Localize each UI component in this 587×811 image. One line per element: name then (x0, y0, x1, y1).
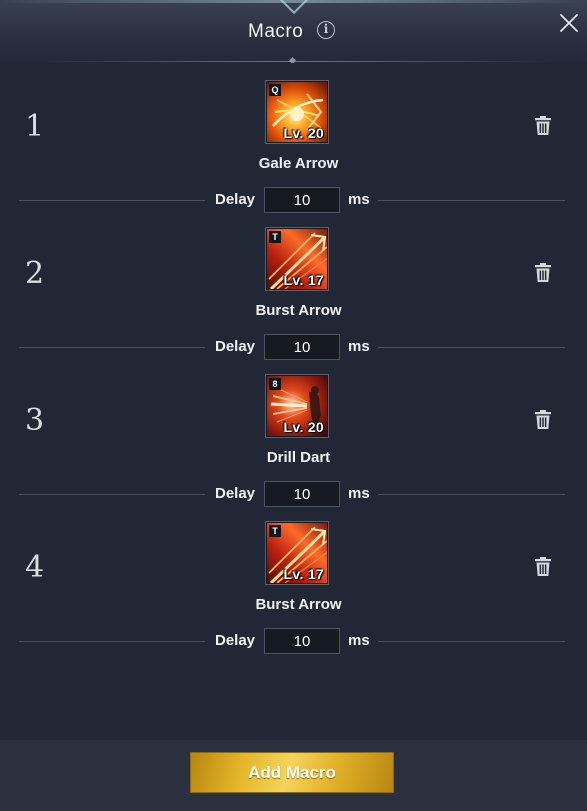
divider-right (378, 347, 565, 348)
window-header: Macro i (0, 0, 587, 65)
macro-number: 4 (25, 550, 45, 585)
macro-row: 2 T Lv. 17 Burst Arrow Delay 10 ms (0, 210, 587, 360)
add-macro-button[interactable]: Add Macro (190, 752, 394, 793)
macro-row: 3 8 Lv. 20 Drill Dart Delay 10 ms (0, 357, 587, 507)
hotkey-badge: 8 (269, 378, 281, 390)
hotkey-badge: T (269, 231, 281, 243)
macro-number: 1 (25, 109, 45, 144)
macro-row: 4 T Lv. 17 Burst Arrow Delay 10 ms (0, 504, 587, 654)
divider-left (19, 347, 205, 348)
skill-level: Lv. 17 (283, 272, 324, 288)
trash-icon[interactable] (532, 115, 554, 137)
close-icon[interactable] (558, 12, 580, 34)
divider-left (19, 494, 205, 495)
skill-name: Gale Arrow (258, 155, 339, 172)
burst-arrow-skill-icon[interactable]: T Lv. 17 (265, 227, 329, 291)
skill-name: Burst Arrow (255, 596, 342, 613)
divider-left (19, 641, 205, 642)
hotkey-badge: T (269, 525, 281, 537)
delay-input[interactable] (264, 628, 340, 654)
delay-unit: ms (348, 485, 370, 502)
divider-right (378, 641, 565, 642)
trash-icon[interactable] (532, 262, 554, 284)
divider-left (19, 200, 205, 201)
delay-label: Delay (215, 632, 256, 649)
macro-number: 3 (25, 403, 45, 438)
skill-name: Drill Dart (266, 449, 331, 466)
trash-icon[interactable] (532, 556, 554, 578)
window-title: Macro (248, 21, 304, 42)
delay-label: Delay (215, 338, 256, 355)
delay-unit: ms (348, 632, 370, 649)
divider-right (378, 200, 565, 201)
skill-name: Burst Arrow (255, 302, 342, 319)
skill-level: Lv. 17 (283, 566, 324, 582)
header-notch-ornament (279, 0, 309, 15)
macro-number: 2 (25, 256, 45, 291)
macro-row: 1 Q Lv. 20 Gale Arrow Delay 10 ms (0, 63, 587, 213)
divider-right (378, 494, 565, 495)
macro-list: 1 Q Lv. 20 Gale Arrow Delay 10 ms 2 T Lv… (0, 63, 587, 740)
gale-arrow-skill-icon[interactable]: Q Lv. 20 (265, 80, 329, 144)
delay-label: Delay (215, 485, 256, 502)
hotkey-badge: Q (269, 84, 281, 96)
burst-arrow-skill-icon[interactable]: T Lv. 17 (265, 521, 329, 585)
skill-level: Lv. 20 (283, 125, 324, 141)
delay-label: Delay (215, 191, 256, 208)
delay-unit: ms (348, 338, 370, 355)
delay-unit: ms (348, 191, 370, 208)
window-footer: Add Macro (0, 740, 587, 811)
trash-icon[interactable] (532, 409, 554, 431)
drill-dart-skill-icon[interactable]: 8 Lv. 20 (265, 374, 329, 438)
info-icon[interactable]: i (317, 21, 335, 39)
macro-window: Macro i 1 Q Lv. 20 Gale Arrow Delay 10 m… (0, 0, 587, 811)
skill-level: Lv. 20 (283, 419, 324, 435)
